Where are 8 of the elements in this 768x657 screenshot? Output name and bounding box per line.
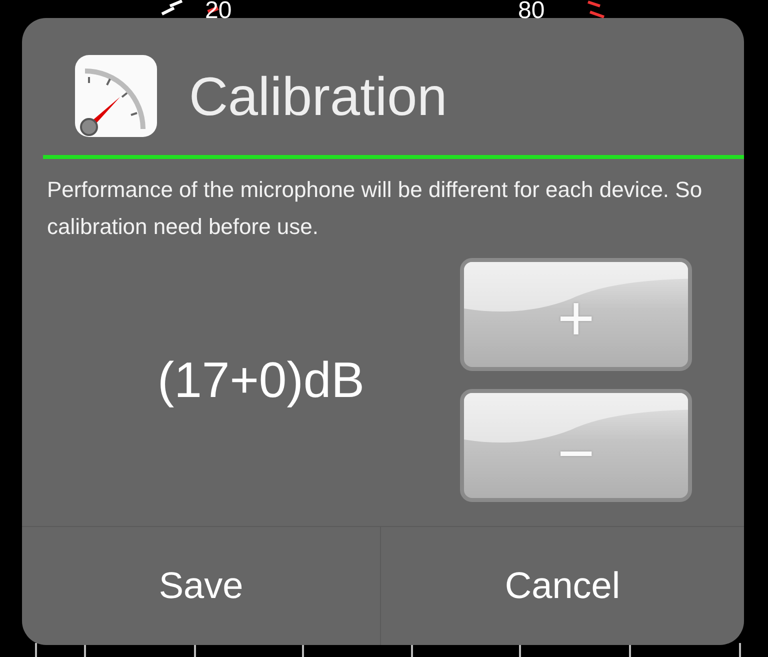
save-button[interactable]: Save bbox=[22, 527, 381, 645]
cancel-button[interactable]: Cancel bbox=[381, 527, 744, 645]
description-text: Performance of the microphone will be different for each device. So calibration need before use. bbox=[47, 176, 704, 241]
gauge-label: 20 bbox=[205, 0, 232, 22]
gauge-icon bbox=[75, 55, 157, 137]
calibration-value: (17+0)dB bbox=[156, 350, 366, 408]
gauge-label: 80 bbox=[518, 0, 545, 22]
dialog-title: Calibration bbox=[189, 66, 448, 129]
